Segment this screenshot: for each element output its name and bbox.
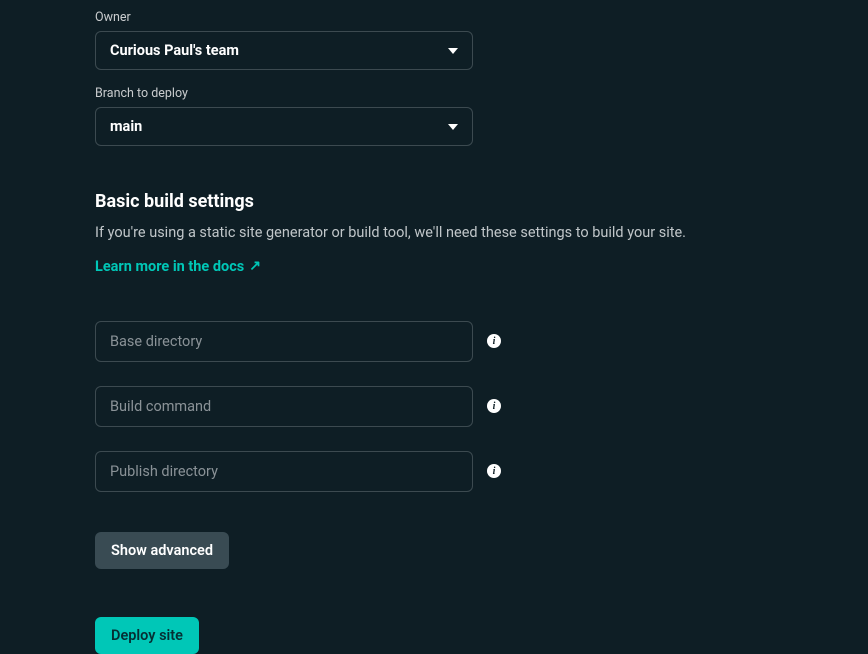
- external-link-icon: ↗: [249, 258, 261, 274]
- owner-value: Curious Paul's team: [110, 42, 239, 59]
- publish-directory-input[interactable]: [95, 451, 473, 492]
- build-command-input[interactable]: [95, 386, 473, 427]
- branch-value: main: [110, 118, 142, 135]
- chevron-down-icon: [448, 46, 458, 56]
- build-settings-description: If you're using a static site generator …: [95, 222, 868, 244]
- owner-label: Owner: [95, 10, 868, 25]
- build-settings-heading: Basic build settings: [95, 191, 868, 212]
- info-icon[interactable]: i: [487, 464, 501, 478]
- info-icon[interactable]: i: [487, 399, 501, 413]
- info-icon[interactable]: i: [487, 334, 501, 348]
- deploy-site-button[interactable]: Deploy site: [95, 617, 199, 654]
- branch-label: Branch to deploy: [95, 86, 868, 101]
- chevron-down-icon: [448, 122, 458, 132]
- learn-more-link[interactable]: Learn more in the docs ↗: [95, 258, 261, 275]
- learn-more-text: Learn more in the docs: [95, 258, 244, 275]
- owner-select[interactable]: Curious Paul's team: [95, 31, 473, 70]
- show-advanced-button[interactable]: Show advanced: [95, 532, 229, 569]
- base-directory-input[interactable]: [95, 321, 473, 362]
- branch-select[interactable]: main: [95, 107, 473, 146]
